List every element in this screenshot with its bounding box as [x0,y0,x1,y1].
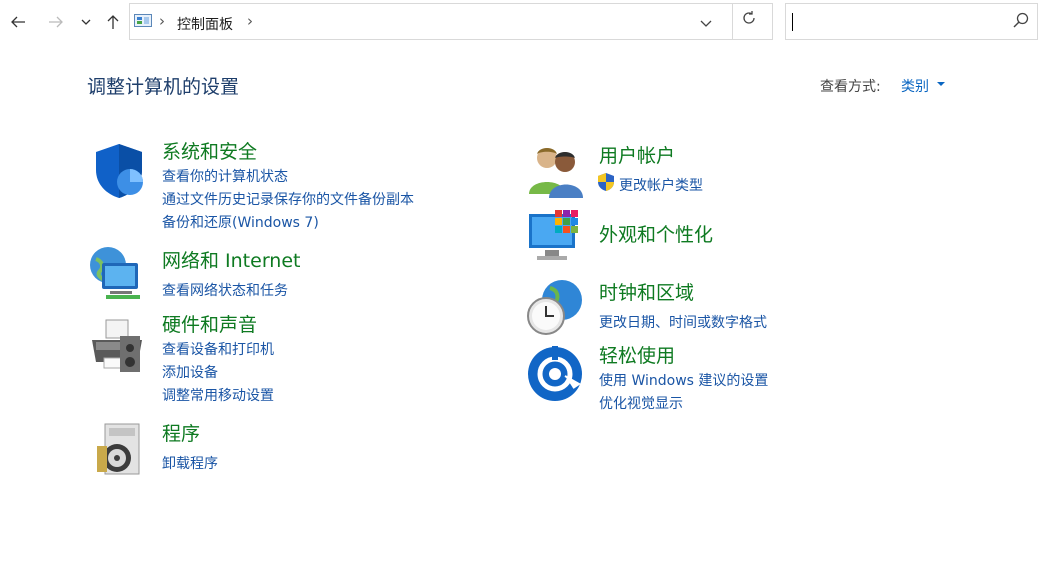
address-divider [732,4,733,39]
category-system-security-title[interactable]: 系统和安全 [162,137,257,164]
link-add-device[interactable]: 添加设备 [162,362,218,382]
arrow-left-icon [11,16,25,28]
chevron-down-icon [700,20,712,27]
link-devices-printers[interactable]: 查看设备和打印机 [162,339,274,359]
network-globe-icon[interactable] [88,245,146,303]
category-user-accounts-title[interactable]: 用户帐户 [599,141,675,168]
users-icon[interactable] [527,142,585,200]
link-mobility-settings[interactable]: 调整常用移动设置 [162,385,274,405]
back-button[interactable] [6,8,30,36]
breadcrumb-control-panel[interactable]: 控制面板 [177,14,233,34]
category-ease-of-access-title[interactable]: 轻松使用 [599,341,675,368]
link-windows-recommended-settings[interactable]: 使用 Windows 建议的设置 [599,370,768,390]
chevron-down-icon [81,19,91,25]
link-view-computer-status[interactable]: 查看你的计算机状态 [162,166,288,186]
category-programs-title[interactable]: 程序 [162,419,200,446]
breadcrumb-separator[interactable]: › [159,12,165,30]
clock-globe-icon[interactable] [526,278,584,336]
refresh-icon [743,11,755,24]
link-uninstall-program[interactable]: 卸载程序 [162,453,218,473]
search-icon[interactable] [1012,11,1030,29]
shield-icon[interactable] [90,142,148,200]
link-network-status[interactable]: 查看网络状态和任务 [162,280,288,300]
arrow-up-icon [107,15,119,29]
view-by-dropdown[interactable]: 类别 [901,76,929,96]
breadcrumb-separator[interactable]: › [247,12,253,30]
category-hardware-sound-title[interactable]: 硬件和声音 [162,310,257,337]
page-title: 调整计算机的设置 [87,76,240,98]
search-input[interactable] [790,11,1004,33]
printer-icon[interactable] [88,318,146,376]
arrow-right-icon [49,16,63,28]
recent-locations-button[interactable] [76,8,96,36]
address-bar[interactable]: › 控制面板 › [129,3,773,40]
refresh-button[interactable] [741,10,757,31]
category-network-title[interactable]: 网络和 Internet [162,246,300,273]
link-change-account-type[interactable]: 更改帐户类型 [619,175,703,195]
forward-button[interactable] [44,8,68,36]
link-optimize-visual-display[interactable]: 优化视觉显示 [599,393,683,413]
link-change-date-time-format[interactable]: 更改日期、时间或数字格式 [599,312,767,332]
ease-of-access-icon[interactable] [527,346,585,404]
category-appearance-title[interactable]: 外观和个性化 [599,220,713,247]
view-by-label: 查看方式: [820,79,881,95]
personalization-monitor-icon[interactable] [527,208,585,266]
programs-icon[interactable] [91,420,149,478]
link-file-history-backup[interactable]: 通过文件历史记录保存你的文件备份副本 [162,189,414,209]
text-cursor [792,13,793,31]
address-dropdown-button[interactable] [700,13,712,32]
search-box[interactable] [785,3,1038,40]
view-by-arrow-icon[interactable] [937,82,945,86]
link-backup-restore[interactable]: 备份和还原(Windows 7) [162,212,319,232]
category-clock-region-title[interactable]: 时钟和区域 [599,278,694,305]
up-button[interactable] [101,8,125,36]
control-panel-icon [134,14,152,27]
uac-shield-icon [598,173,614,191]
